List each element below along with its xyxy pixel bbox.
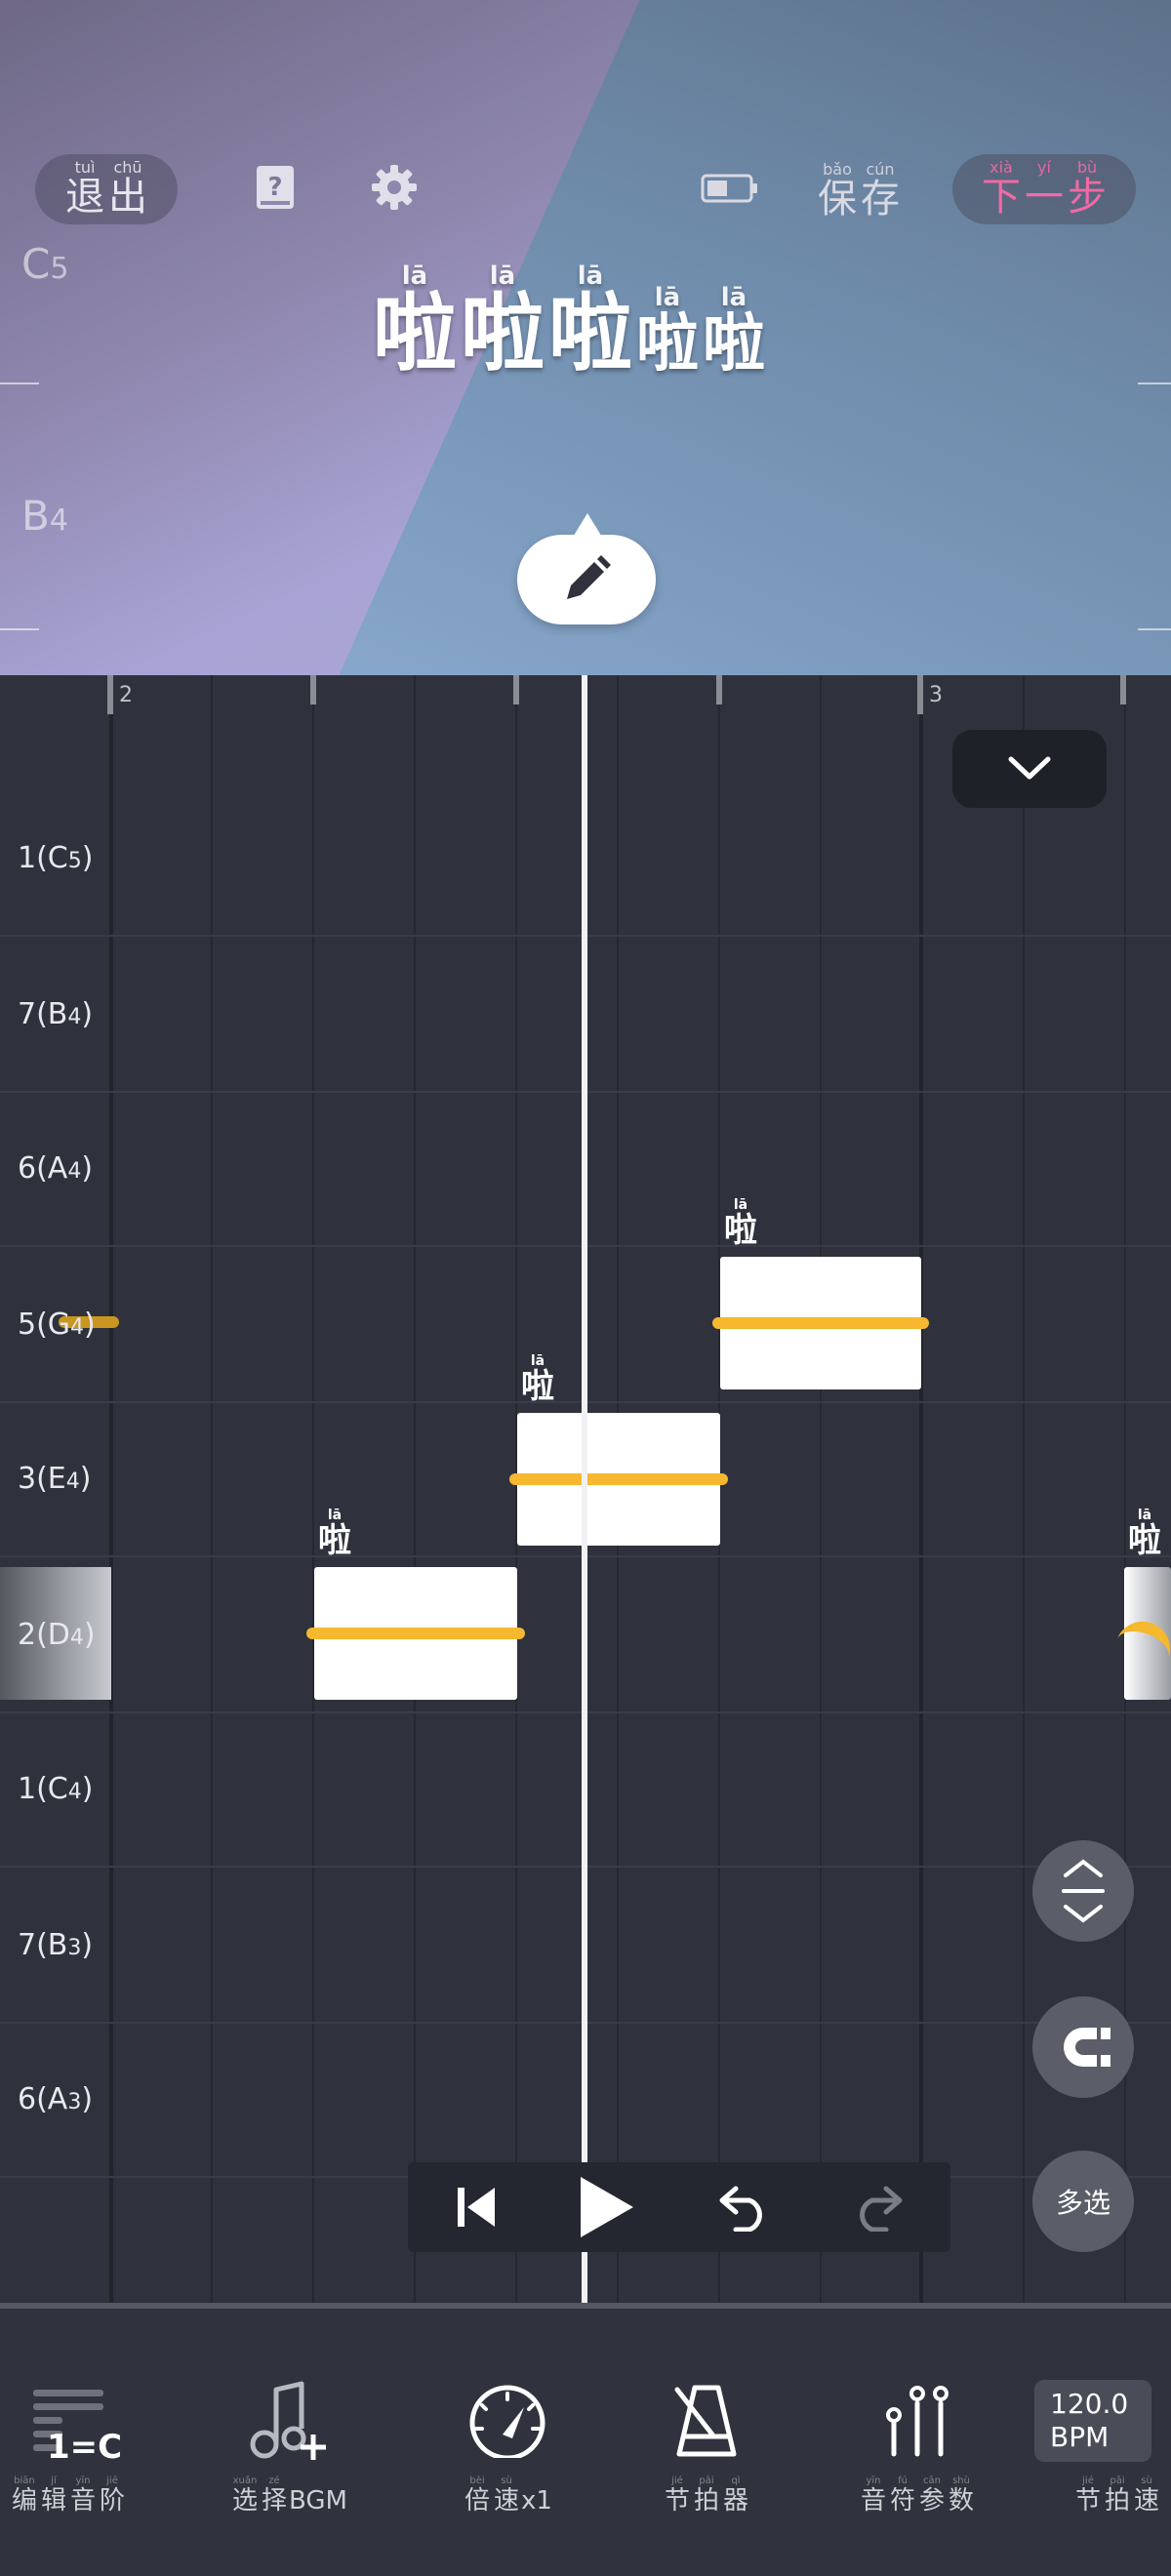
pitch-hairline (1138, 628, 1171, 630)
pitch-row-label: 7(B4) (18, 997, 94, 1031)
settings-gear-icon[interactable] (369, 162, 420, 213)
exit-button[interactable]: tuì 退 chū 出 (35, 154, 178, 224)
ruler-tick (107, 675, 113, 714)
vertical-zoom-button[interactable] (1032, 1840, 1134, 1942)
tempo-tool[interactable]: 120.0 BPM jié 节 pāi 拍 sù 速 (1034, 2377, 1171, 2516)
lyrics-preview: lā 啦 lā 啦 lā 啦 lā 啦 lā 啦 (371, 263, 767, 379)
pitch-row-label: 5(G4) (18, 1308, 96, 1342)
note-lyric: lā 啦 (724, 1197, 757, 1250)
ruler-tick (716, 675, 722, 704)
beat-line (414, 675, 416, 2305)
pitch-hairline (0, 628, 39, 630)
pitch-row-label: 7(B3) (18, 1928, 94, 1962)
metronome-icon (674, 2385, 737, 2457)
ruler-tick (1120, 675, 1126, 704)
pitch-line (509, 1473, 728, 1485)
pitch-row-label: 3(E4) (18, 1462, 92, 1496)
play-icon (581, 2177, 633, 2237)
snap-magnet-button[interactable] (1032, 1996, 1134, 2098)
undo-button[interactable] (691, 2162, 798, 2252)
pitch-row-label: 1(C4) (18, 1772, 94, 1806)
pitch-line (306, 1628, 525, 1639)
ruler-tick (513, 675, 519, 704)
bar-number: 2 (119, 683, 133, 707)
edit-scale-tool[interactable]: 1=C biān 编 jí 辑 yīn 音 jiē 阶 (0, 2377, 166, 2516)
speedometer-icon (469, 2385, 545, 2458)
redo-button[interactable] (824, 2162, 931, 2252)
play-button[interactable] (552, 2162, 660, 2252)
bpm-badge: 120.0 BPM (1034, 2380, 1151, 2462)
ruler-tick (917, 675, 923, 714)
edit-lyrics-button[interactable] (517, 513, 656, 624)
help-book-icon[interactable]: ? (252, 162, 299, 213)
pitch-line (712, 1317, 929, 1329)
multi-select-button[interactable]: 多选 (1032, 2151, 1134, 2252)
select-bgm-tool[interactable]: xuǎn 选 zé 择 BGM (191, 2377, 386, 2516)
playhead[interactable] (582, 675, 587, 2305)
transport-bar (408, 2162, 950, 2252)
beat-line (312, 675, 314, 2305)
expand-collapse-icon (1062, 1859, 1105, 1923)
skip-back-icon (458, 2188, 495, 2227)
save-button[interactable]: bǎo 保 cún 存 (816, 162, 902, 221)
pitch-hairline (1138, 382, 1171, 384)
redo-icon (860, 2186, 903, 2232)
collapse-button[interactable] (952, 730, 1107, 808)
bottom-toolbar: 1=C biān 编 jí 辑 yīn 音 jiē 阶 xuǎn 选 zé 择 BGM bè… (0, 2309, 1171, 2576)
lyric-char: lā 啦 (548, 262, 632, 382)
sliders-icon (886, 2386, 949, 2457)
lyric-char: lā 啦 (636, 283, 699, 381)
bar-line (919, 675, 923, 2305)
lyric-char: lā 啦 (373, 262, 457, 382)
scale-badge: 1=C (47, 2428, 123, 2467)
playback-speed-tool[interactable]: bèi 倍 sù 速 x1 (410, 2377, 605, 2516)
lyric-char: lā 啦 (703, 283, 765, 381)
magnet-icon (1064, 2028, 1110, 2067)
pitch-label-b4: B4 (21, 492, 68, 540)
beat-line (1023, 675, 1025, 2305)
svg-text:?: ? (267, 173, 282, 202)
note-lyric: lā 啦 (521, 1353, 554, 1406)
lyric-char: lā 啦 (461, 262, 545, 382)
bar-number: 3 (929, 683, 943, 707)
pitch-row-label: 6(A3) (18, 2082, 94, 2116)
pitch-row-label: 6(A4) (18, 1151, 94, 1186)
piano-roll[interactable]: 2 3 1(C5) 7(B4) 6(A4) 5(G4) 3(E4) 2(D4) … (0, 675, 1171, 2305)
music-note-add-icon (250, 2381, 326, 2460)
battery-icon (701, 172, 759, 205)
metronome-tool[interactable]: jié 节 pāi 拍 qì 器 (609, 2377, 804, 2516)
ruler-tick (310, 675, 316, 704)
note-lyric: lā 啦 (1128, 1508, 1161, 1560)
pencil-icon (567, 555, 611, 599)
pitch-row-label: 1(C5) (18, 841, 94, 875)
note-params-tool[interactable]: yīn 音 fú 符 cān 参 shù 数 (820, 2377, 1015, 2516)
beat-line (211, 675, 213, 2305)
note-lyric: lā 啦 (318, 1508, 351, 1560)
undo-icon (719, 2186, 762, 2232)
pitch-hairline (0, 382, 39, 384)
skip-to-start-button[interactable] (427, 2162, 525, 2252)
pitch-row-label: 2(D4) (18, 1618, 96, 1652)
next-step-button[interactable]: xià 下 yí 一 bù 步 (952, 154, 1136, 224)
pitch-label-c5: C5 (21, 240, 69, 288)
chevron-down-icon (1008, 756, 1051, 780)
bar-line (109, 675, 113, 2305)
preview-panel: tuì 退 chū 出 ? bǎo 保 cún 存 xià 下 yí 一 bù 步 C5 B4… (0, 0, 1171, 675)
beat-line (820, 675, 822, 2305)
